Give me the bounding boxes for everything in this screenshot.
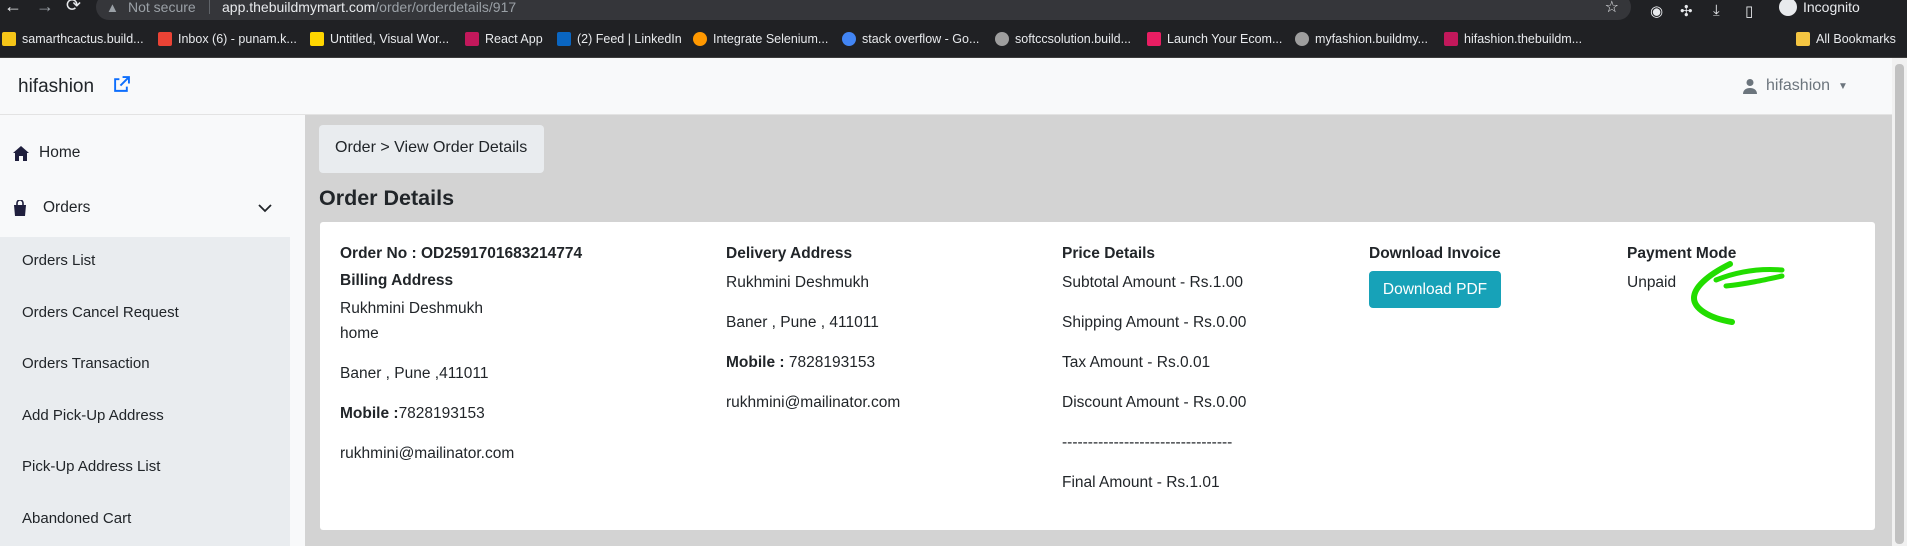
bookmark-favicon-icon	[465, 32, 479, 46]
bookmark-item[interactable]: softccsolution.build...	[995, 32, 1131, 46]
page-title: Order Details	[319, 186, 455, 210]
bookmark-item[interactable]: Untitled, Visual Wor...	[310, 32, 449, 46]
annotation-arrow-icon	[1690, 261, 1785, 325]
bookmark-item[interactable]: stack overflow - Go...	[842, 32, 979, 46]
final-amount: Final Amount - Rs.1.01	[1062, 474, 1220, 491]
delivery-name: Rukhmini Deshmukh	[726, 274, 869, 291]
orders-submenu	[0, 237, 290, 546]
billing-heading: Billing Address	[340, 272, 454, 289]
globe-icon	[1295, 32, 1309, 46]
sidebar-subitem-add-pickup-address[interactable]: Add Pick-Up Address	[22, 407, 164, 424]
scrollbar-thumb[interactable]	[1895, 64, 1904, 544]
bookmark-item[interactable]: Inbox (6) - punam.k...	[158, 32, 297, 46]
sidebar-item-home[interactable]: Home	[13, 144, 80, 162]
sidebar-item-label: Orders	[43, 199, 91, 216]
invoice-heading: Download Invoice	[1369, 245, 1501, 262]
address-bar[interactable]: ▲ Not secure app.thebuildmymart.com/orde…	[96, 0, 1631, 20]
delivery-mobile: Mobile : 7828193153	[726, 354, 876, 371]
brand-name[interactable]: hifashion	[18, 76, 94, 98]
bookmark-favicon-icon	[1444, 32, 1458, 46]
bookmark-item[interactable]: myfashion.buildmy...	[1295, 32, 1428, 46]
billing-name: Rukhmini Deshmukh	[340, 300, 483, 317]
breadcrumb[interactable]: Order > View Order Details	[319, 125, 544, 173]
sidebar-subitem-orders-cancel-request[interactable]: Orders Cancel Request	[22, 304, 179, 321]
billing-address: Baner , Pune ,411011	[340, 365, 489, 382]
incognito-icon	[1779, 0, 1797, 16]
bookmark-item[interactable]: hifashion.thebuildm...	[1444, 32, 1582, 46]
back-icon[interactable]: ←	[4, 0, 22, 17]
google-icon	[842, 32, 856, 46]
user-name: hifashion	[1766, 77, 1831, 94]
bookmark-item[interactable]: (2) Feed | LinkedIn	[557, 32, 682, 46]
sidebar-subitem-abandoned-cart[interactable]: Abandoned Cart	[22, 510, 131, 527]
extension-color-icon[interactable]: ◉	[1650, 2, 1663, 20]
home-icon	[13, 145, 29, 161]
side-panel-icon[interactable]: ▯	[1745, 2, 1753, 20]
delivery-heading: Delivery Address	[726, 245, 853, 262]
sidebar-subitem-pickup-address-list[interactable]: Pick-Up Address List	[22, 458, 160, 475]
reload-icon[interactable]: ⟳	[66, 0, 81, 16]
delivery-email: rukhmini@mailinator.com	[726, 394, 901, 411]
download-icon[interactable]: ⤓	[1713, 2, 1720, 19]
price-divider: ---------------------------------	[1062, 434, 1233, 451]
tax-amount: Tax Amount - Rs.0.01	[1062, 354, 1211, 371]
bookmark-item[interactable]: Integrate Selenium...	[693, 32, 828, 46]
payment-mode-value: Unpaid	[1627, 274, 1677, 291]
shopping-bag-icon	[14, 200, 26, 216]
divider	[209, 0, 210, 14]
sidebar-item-orders[interactable]: Orders	[13, 199, 90, 217]
not-secure-label: Not secure	[128, 0, 196, 15]
caret-down-icon: ▼	[1838, 80, 1848, 92]
app-header: hifashion hifashion ▼	[0, 58, 1892, 115]
subtotal-amount: Subtotal Amount - Rs.1.00	[1062, 274, 1243, 291]
all-bookmarks[interactable]: All Bookmarks	[1796, 32, 1896, 46]
external-link-icon[interactable]	[113, 76, 130, 93]
sidebar-subitem-orders-list[interactable]: Orders List	[22, 252, 95, 269]
incognito-label: Incognito	[1803, 0, 1860, 15]
download-pdf-button[interactable]: Download PDF	[1369, 271, 1501, 308]
folder-icon	[1796, 32, 1810, 46]
bookmark-favicon-icon	[2, 32, 16, 46]
bookmark-star-icon[interactable]: ☆	[1605, 0, 1619, 17]
user-menu[interactable]: hifashion ▼	[1742, 77, 1848, 95]
sidebar-item-label: Home	[39, 144, 81, 161]
bookmark-favicon-icon	[310, 32, 324, 46]
chevron-down-icon[interactable]	[258, 201, 272, 215]
browser-toolbar: ← → ⟳ ▲ Not secure app.thebuildmymart.co…	[0, 0, 1907, 22]
bookmarks-bar: samarthcactus.build... Inbox (6) - punam…	[0, 22, 1907, 58]
extensions-puzzle-icon[interactable]: ✣	[1680, 2, 1693, 20]
url-text[interactable]: app.thebuildmymart.com/order/orderdetail…	[222, 0, 516, 15]
linkedin-icon	[557, 32, 571, 46]
bookmark-item[interactable]: samarthcactus.build...	[2, 32, 144, 46]
bookmark-item[interactable]: Launch Your Ecom...	[1147, 32, 1282, 46]
forward-icon[interactable]: →	[36, 0, 54, 17]
warning-icon: ▲	[106, 0, 119, 15]
bookmark-favicon-icon	[1147, 32, 1161, 46]
shipping-amount: Shipping Amount - Rs.0.00	[1062, 314, 1247, 331]
incognito-badge[interactable]: Incognito	[1779, 0, 1860, 16]
page-scrollbar[interactable]	[1892, 58, 1907, 546]
bookmark-favicon-icon	[693, 32, 707, 46]
sidebar-subitem-orders-transaction[interactable]: Orders Transaction	[22, 355, 150, 372]
billing-address-type: home	[340, 325, 379, 342]
billing-email: rukhmini@mailinator.com	[340, 445, 515, 462]
billing-mobile: Mobile :7828193153	[340, 405, 485, 422]
user-icon	[1743, 79, 1757, 94]
bookmark-item[interactable]: React App	[465, 32, 543, 46]
gmail-icon	[158, 32, 172, 46]
globe-icon	[995, 32, 1009, 46]
delivery-address: Baner , Pune , 411011	[726, 314, 879, 331]
order-number: Order No : OD2591701683214774	[340, 245, 583, 262]
discount-amount: Discount Amount - Rs.0.00	[1062, 394, 1247, 411]
price-heading: Price Details	[1062, 245, 1156, 262]
